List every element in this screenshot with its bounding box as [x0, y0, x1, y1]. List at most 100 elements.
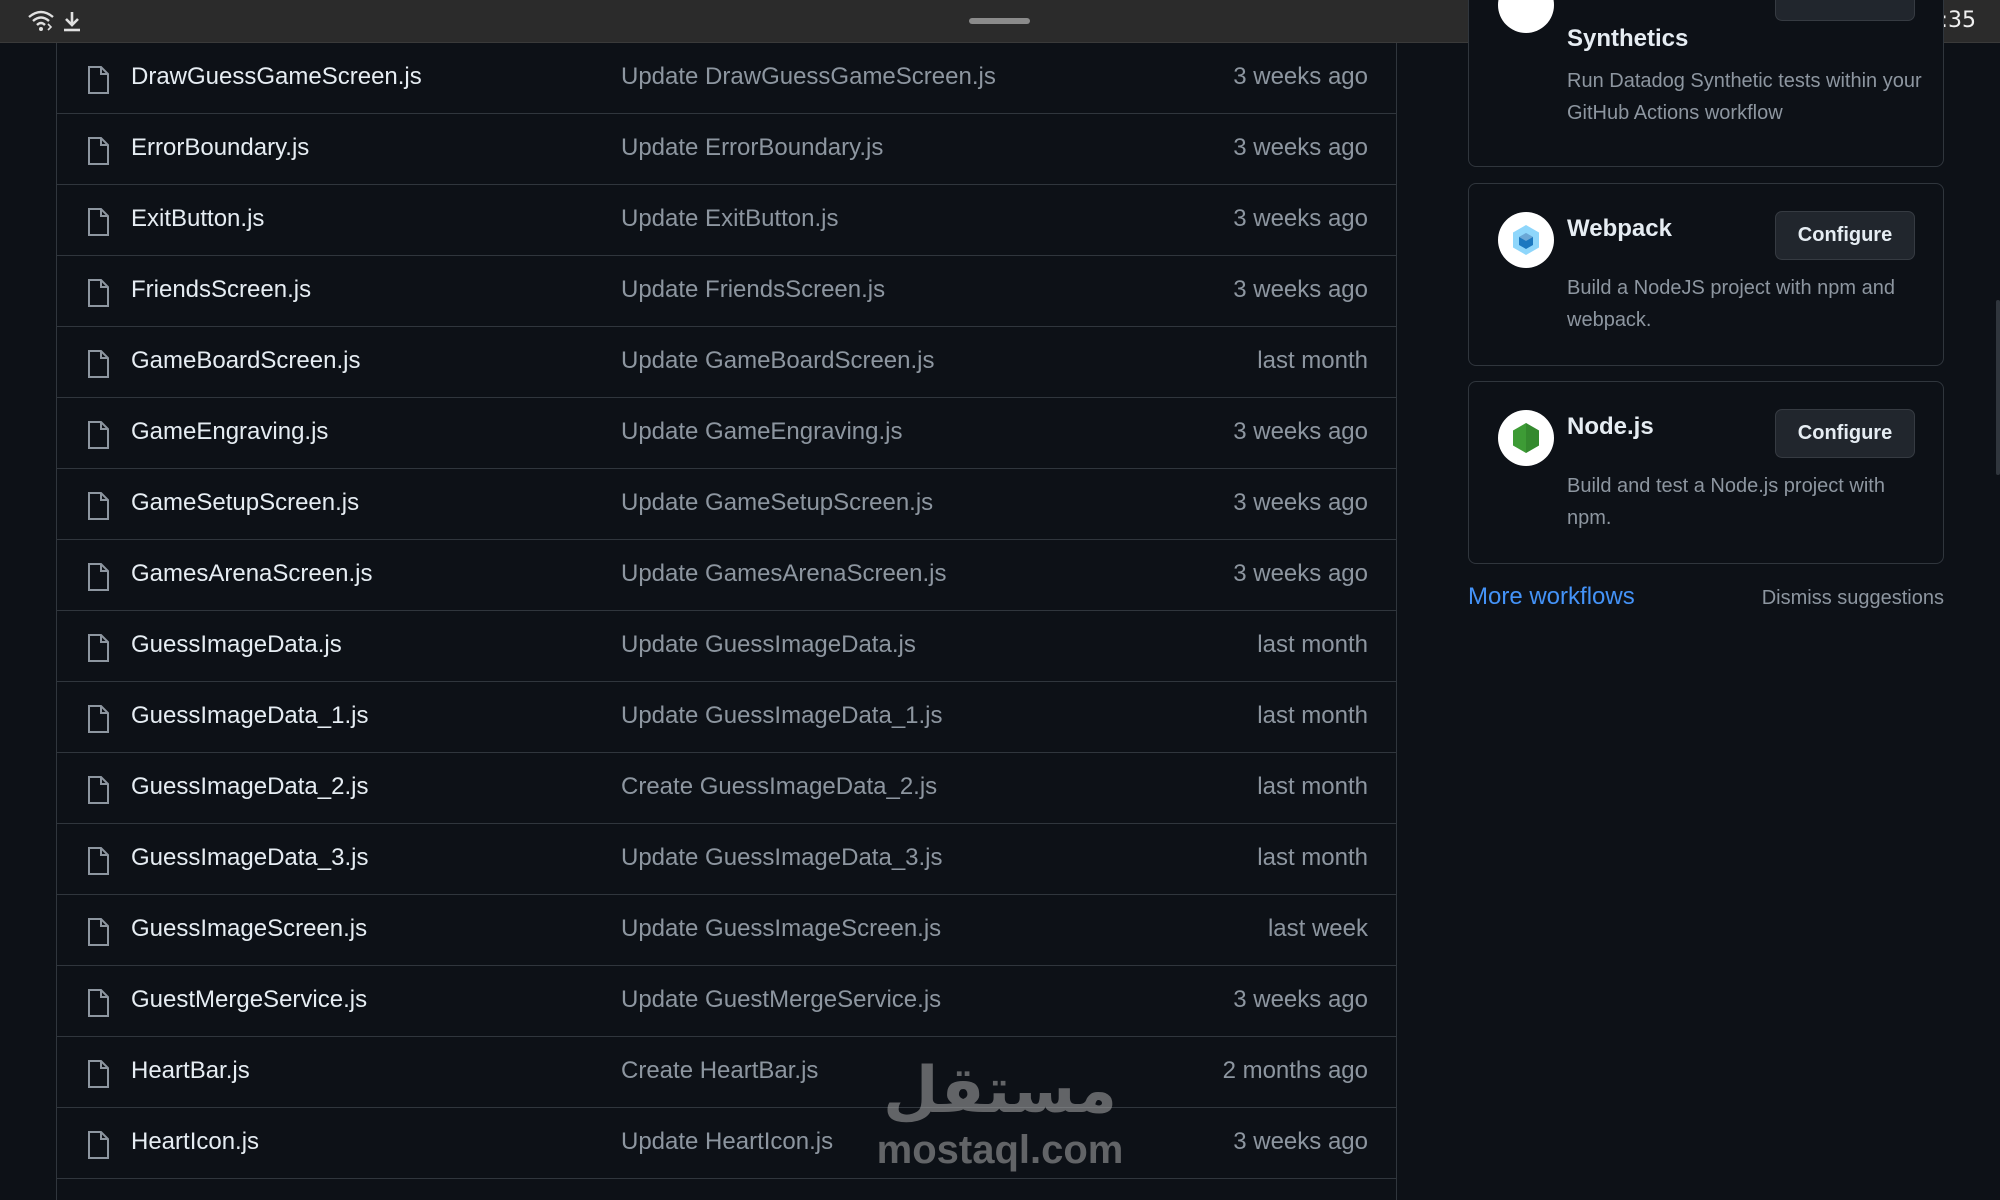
file-name-link[interactable]: FriendsScreen.js: [131, 276, 311, 304]
commit-message-link[interactable]: Create GuessImageData_2.js: [621, 773, 937, 801]
file-icon: [88, 350, 109, 378]
commit-time: 3 weeks ago: [1233, 489, 1368, 516]
workflow-card-nodejs: Node.js Configure Build and test a Node.…: [1468, 381, 1944, 564]
file-row[interactable]: GuessImageData_3.js Update GuessImageDat…: [57, 824, 1396, 895]
file-icon: [88, 989, 109, 1017]
file-row[interactable]: GuessImageData_2.js Create GuessImageDat…: [57, 753, 1396, 824]
more-workflows-link[interactable]: More workflows: [1468, 583, 1635, 611]
scrollbar[interactable]: [1996, 300, 2000, 475]
commit-time: 2 months ago: [1222, 1057, 1368, 1084]
workflow-card-datadog: Synthetics Run Datadog Synthetic tests w…: [1468, 0, 1944, 167]
commit-time: 3 weeks ago: [1233, 63, 1368, 90]
commit-time: last month: [1257, 631, 1368, 658]
commit-message-link[interactable]: Update ErrorBoundary.js: [621, 134, 883, 162]
file-row[interactable]: GuessImageScreen.js Update GuessImageScr…: [57, 895, 1396, 966]
file-icon: [88, 776, 109, 804]
nodejs-logo: [1498, 410, 1554, 466]
nodejs-icon: [1513, 423, 1539, 453]
commit-message-link[interactable]: Update GameSetupScreen.js: [621, 489, 933, 517]
file-name-link[interactable]: GameSetupScreen.js: [131, 489, 359, 517]
commit-time: 3 weeks ago: [1233, 205, 1368, 232]
workflow-card-webpack: Webpack Configure Build a NodeJS project…: [1468, 183, 1944, 366]
commit-message-link[interactable]: Update GameEngraving.js: [621, 418, 902, 446]
dismiss-suggestions-button[interactable]: Dismiss suggestions: [1762, 587, 1944, 610]
file-name-link[interactable]: HeartBar.js: [131, 1057, 250, 1085]
commit-message-link[interactable]: Update GuessImageData_3.js: [621, 844, 943, 872]
commit-time: 3 weeks ago: [1233, 418, 1368, 445]
file-name-link[interactable]: GameEngraving.js: [131, 418, 328, 446]
file-row[interactable]: GuessImageData_1.js Update GuessImageDat…: [57, 682, 1396, 753]
commit-message-link[interactable]: Update HeartIcon.js: [621, 1128, 833, 1156]
commit-message-link[interactable]: Update ExitButton.js: [621, 205, 838, 233]
file-name-link[interactable]: GuessImageData_2.js: [131, 773, 368, 801]
file-row[interactable]: GuessImageData.js Update GuessImageData.…: [57, 611, 1396, 682]
file-icon: [88, 279, 109, 307]
file-row[interactable]: GamesArenaScreen.js Update GamesArenaScr…: [57, 540, 1396, 611]
file-row[interactable]: DrawGuessGameScreen.js Update DrawGuessG…: [57, 43, 1396, 114]
file-icon: [88, 66, 109, 94]
webpack-icon: [1513, 225, 1539, 255]
file-name-link[interactable]: GuessImageData_1.js: [131, 702, 368, 730]
commit-message-link[interactable]: Update DrawGuessGameScreen.js: [621, 63, 996, 91]
file-name-link[interactable]: GamesArenaScreen.js: [131, 560, 372, 588]
webpack-logo: [1498, 212, 1554, 268]
file-row[interactable]: HeartIcon.js Update HeartIcon.js 3 weeks…: [57, 1108, 1396, 1179]
file-icon: [88, 563, 109, 591]
commit-message-link[interactable]: Update GuessImageScreen.js: [621, 915, 941, 943]
file-row[interactable]: FriendsScreen.js Update FriendsScreen.js…: [57, 256, 1396, 327]
file-icon: [88, 634, 109, 662]
file-name-link[interactable]: GuessImageData.js: [131, 631, 342, 659]
file-icon: [88, 137, 109, 165]
file-icon: [88, 421, 109, 449]
wifi-icon: [28, 10, 54, 31]
commit-message-link[interactable]: Update GuessImageData.js: [621, 631, 916, 659]
file-row[interactable]: GameBoardScreen.js Update GameBoardScree…: [57, 327, 1396, 398]
file-name-link[interactable]: ExitButton.js: [131, 205, 264, 233]
file-row[interactable]: GuestMergeService.js Update GuestMergeSe…: [57, 966, 1396, 1037]
workflow-description: Run Datadog Synthetic tests within your …: [1567, 70, 1922, 124]
commit-time: last month: [1257, 844, 1368, 871]
commit-message-link[interactable]: Update GamesArenaScreen.js: [621, 560, 947, 588]
commit-time: last month: [1257, 702, 1368, 729]
file-name-link[interactable]: GuessImageScreen.js: [131, 915, 367, 943]
file-name-link[interactable]: ErrorBoundary.js: [131, 134, 309, 162]
commit-message-link[interactable]: Update GuestMergeService.js: [621, 986, 941, 1014]
file-name-link[interactable]: DrawGuessGameScreen.js: [131, 63, 422, 91]
file-icon: [88, 918, 109, 946]
workflow-description: Build a NodeJS project with npm and webp…: [1567, 277, 1895, 331]
configure-button-datadog[interactable]: [1775, 0, 1915, 21]
commit-time: 3 weeks ago: [1233, 560, 1368, 587]
commit-message-link[interactable]: Create HeartBar.js: [621, 1057, 818, 1085]
file-name-link[interactable]: GuestMergeService.js: [131, 986, 367, 1014]
file-icon: [88, 1060, 109, 1088]
file-row[interactable]: HeartBar.js Create HeartBar.js 2 months …: [57, 1037, 1396, 1108]
file-row[interactable]: ErrorBoundary.js Update ErrorBoundary.js…: [57, 114, 1396, 185]
file-name-link[interactable]: HeartIcon.js: [131, 1128, 259, 1156]
file-row[interactable]: ExitButton.js Update ExitButton.js 3 wee…: [57, 185, 1396, 256]
commit-message-link[interactable]: Update GameBoardScreen.js: [621, 347, 935, 375]
commit-time: 3 weeks ago: [1233, 276, 1368, 303]
commit-time: last month: [1257, 347, 1368, 374]
commit-time: last month: [1257, 773, 1368, 800]
file-icon: [88, 208, 109, 236]
file-icon: [88, 705, 109, 733]
file-row[interactable]: GameEngraving.js Update GameEngraving.js…: [57, 398, 1396, 469]
file-name-link[interactable]: GameBoardScreen.js: [131, 347, 360, 375]
file-icon: [88, 847, 109, 875]
workflow-title: Synthetics: [1567, 25, 1689, 52]
status-bar-left: [28, 10, 82, 32]
commit-message-link[interactable]: Update GuessImageData_1.js: [621, 702, 943, 730]
commit-time: 3 weeks ago: [1233, 1128, 1368, 1155]
file-icon: [88, 492, 109, 520]
workflow-title: Webpack: [1567, 215, 1672, 242]
configure-button-nodejs[interactable]: Configure: [1775, 409, 1915, 458]
commit-time: 3 weeks ago: [1233, 134, 1368, 161]
notification-drag-handle[interactable]: [969, 18, 1030, 24]
download-icon: [64, 12, 80, 32]
configure-button-webpack[interactable]: Configure: [1775, 211, 1915, 260]
commit-time: last week: [1267, 915, 1368, 942]
workflow-title: Node.js: [1567, 413, 1654, 440]
file-row[interactable]: GameSetupScreen.js Update GameSetupScree…: [57, 469, 1396, 540]
commit-message-link[interactable]: Update FriendsScreen.js: [621, 276, 885, 304]
file-name-link[interactable]: GuessImageData_3.js: [131, 844, 368, 872]
